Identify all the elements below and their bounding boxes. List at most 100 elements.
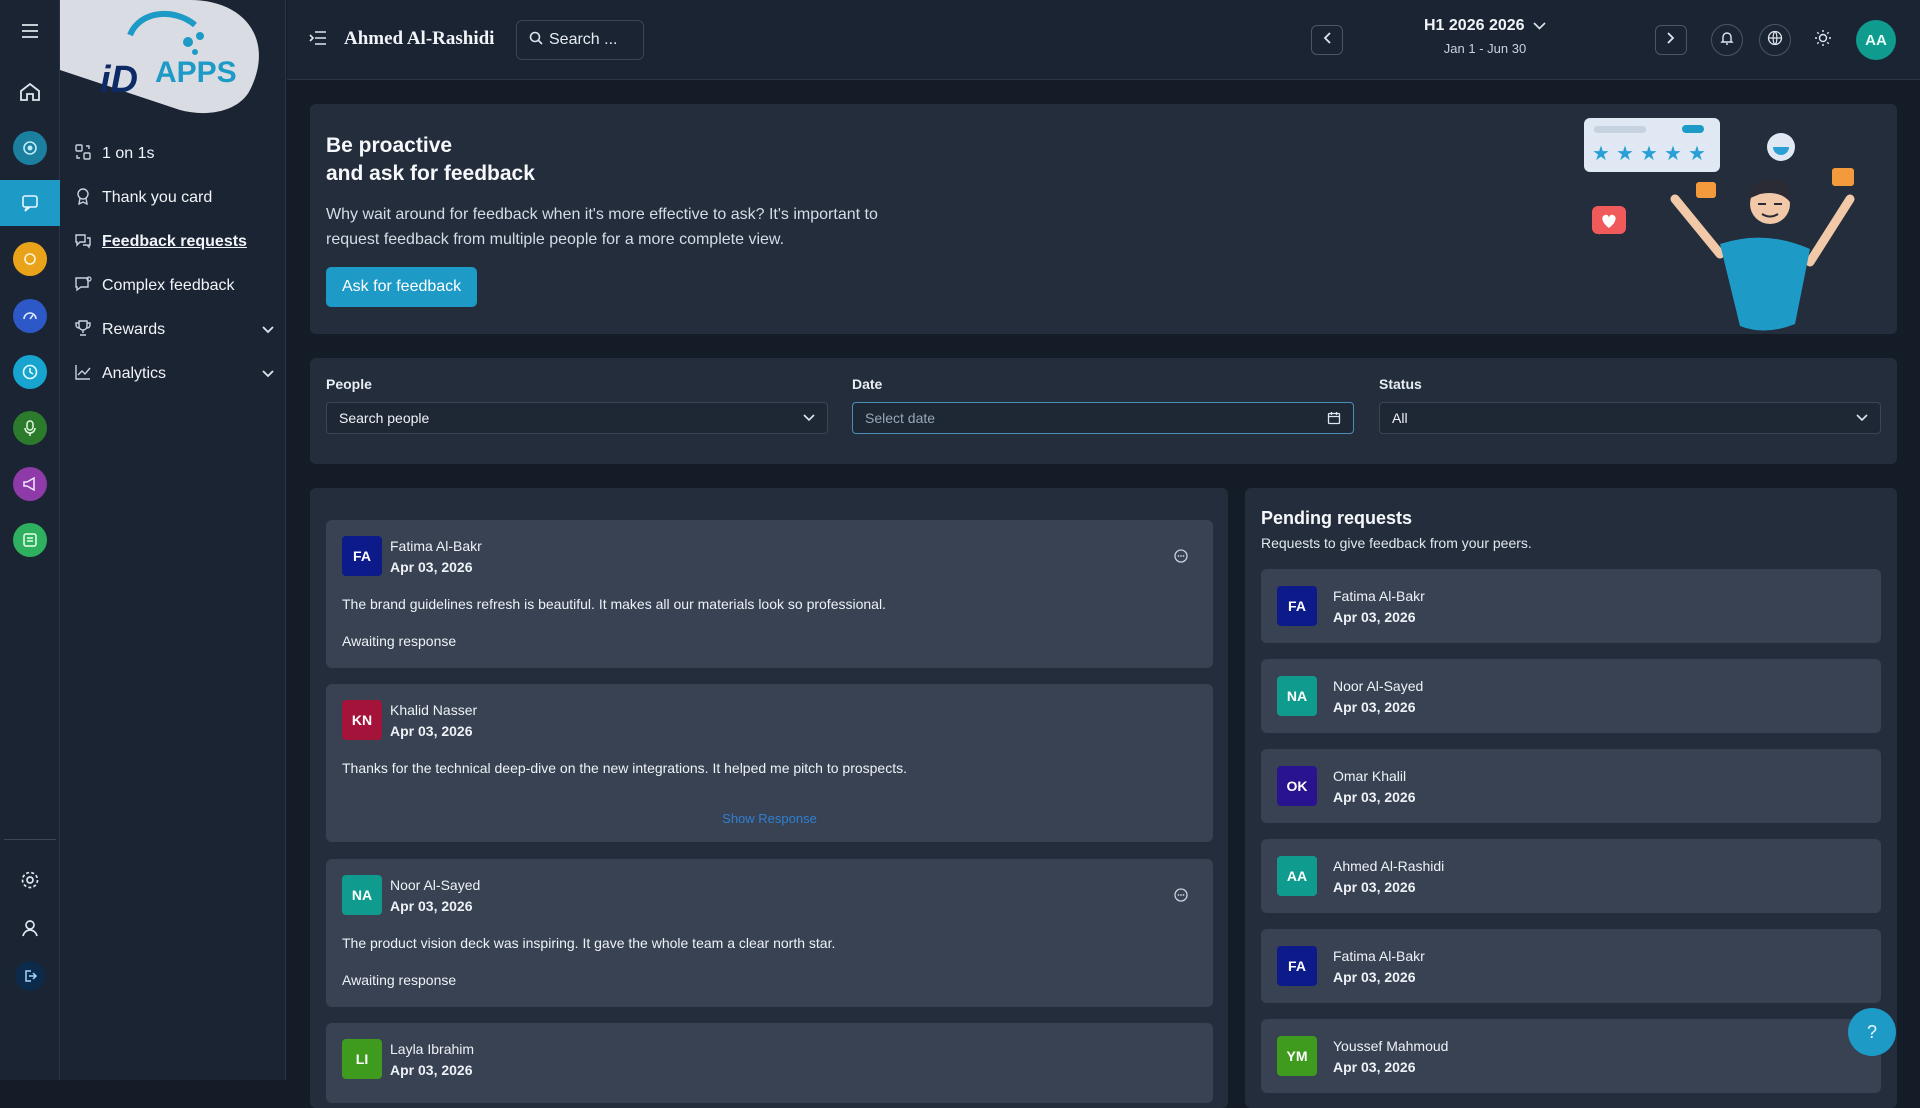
list-item[interactable]: NA Noor Al-Sayed Apr 03, 2026 The produc…	[326, 859, 1213, 1007]
peer-name: Noor Al-Sayed	[1333, 678, 1424, 694]
filters-card: People Search people Date Select date St…	[310, 358, 1897, 464]
request-date: Apr 03, 2026	[390, 898, 473, 914]
people-filter-label: People	[326, 376, 372, 392]
theme-toggle-button[interactable]	[1807, 24, 1839, 56]
date-picker-input[interactable]: Select date	[852, 402, 1354, 434]
list-item[interactable]: AA Ahmed Al-Rashidi Apr 03, 2026	[1261, 839, 1881, 913]
chevron-down-icon	[1533, 17, 1546, 34]
user-icon[interactable]	[0, 905, 60, 951]
list-item[interactable]: FA Fatima Al-Bakr Apr 03, 2026 The brand…	[326, 520, 1213, 668]
list-item[interactable]: FA Fatima Al-Bakr Apr 03, 2026	[1261, 929, 1881, 1003]
previous-period-button[interactable]	[1311, 25, 1343, 55]
pending-requests-panel: Pending requests Requests to give feedba…	[1245, 488, 1897, 1108]
period-selector[interactable]: H1 2026 2026 Jan 1 - Jun 30	[1410, 17, 1560, 56]
megaphone-icon[interactable]	[0, 461, 60, 507]
list-item[interactable]: OK Omar Khalil Apr 03, 2026	[1261, 749, 1881, 823]
feedback-list: FA Fatima Al-Bakr Apr 03, 2026 The brand…	[310, 488, 1228, 1108]
person-art	[1592, 133, 1855, 331]
date-filter-label: Date	[852, 376, 883, 392]
sidebar-item-label: Thank you card	[102, 189, 213, 206]
hero-description: Why wait around for feedback when it's m…	[326, 206, 878, 248]
list-item[interactable]: YM Youssef Mahmoud Apr 03, 2026	[1261, 1019, 1881, 1093]
request-date: Apr 03, 2026	[390, 723, 473, 739]
date-filter: Date Select date	[852, 376, 1354, 434]
request-date: Apr 03, 2026	[1333, 699, 1416, 715]
avatar: NA	[342, 875, 382, 915]
search-input[interactable]: Search ...	[516, 20, 644, 60]
sidebar-item-analytics[interactable]: Analytics	[74, 358, 274, 390]
sidebar-item-label: 1 on 1s	[102, 145, 155, 162]
side-panel: iD APPS 1 on 1s Thank you card Feedback …	[60, 0, 286, 1080]
icon-rail	[0, 0, 60, 1080]
coins-icon[interactable]	[0, 236, 60, 282]
calendar-icon[interactable]	[1327, 411, 1341, 425]
list-item[interactable]: KN Khalid Nasser Apr 03, 2026 Thanks for…	[326, 684, 1213, 842]
chevron-down-icon[interactable]	[262, 365, 274, 383]
language-button[interactable]	[1759, 24, 1791, 56]
chevron-down-icon	[1856, 414, 1868, 422]
sidebar-item-feedback-requests[interactable]: Feedback requests	[74, 226, 274, 258]
hamburger-menu-icon[interactable]	[0, 8, 60, 54]
microphone-icon[interactable]	[0, 405, 60, 451]
sidebar-item-thank-you-card[interactable]: Thank you card	[74, 182, 274, 214]
logo-text: APPS	[155, 56, 237, 89]
avatar: AA	[1277, 856, 1317, 896]
peer-name: Ahmed Al-Rashidi	[1333, 858, 1445, 874]
hero-title-line2: and ask for feedback	[326, 162, 535, 185]
comment-icon[interactable]	[1173, 887, 1189, 908]
feedback-icon[interactable]	[0, 180, 60, 226]
list-item[interactable]: FA Fatima Al-Bakr Apr 03, 2026	[1261, 569, 1881, 643]
peer-name: Youssef Mahmoud	[1333, 1038, 1449, 1054]
chat-icon	[74, 275, 92, 298]
notifications-button[interactable]	[1711, 24, 1743, 56]
trophy-icon	[74, 319, 92, 342]
search-icon	[529, 31, 543, 50]
collapse-menu-icon[interactable]	[309, 30, 327, 51]
requester-name: Khalid Nasser	[390, 702, 478, 718]
status-text: Awaiting response	[342, 972, 457, 988]
request-date: Apr 03, 2026	[390, 559, 473, 575]
request-date: Apr 03, 2026	[1333, 609, 1416, 625]
current-user-name: Ahmed Al-Rashidi	[344, 28, 495, 49]
requester-name: Layla Ibrahim	[390, 1041, 475, 1057]
app-logo[interactable]: iD APPS	[60, 0, 260, 115]
chevron-down-icon	[803, 414, 815, 422]
feedback-message: The brand guidelines refresh is beautifu…	[342, 596, 886, 612]
gauge-icon[interactable]	[0, 293, 60, 339]
search-placeholder: Search ...	[549, 31, 618, 48]
target-icon[interactable]	[0, 125, 60, 171]
ask-for-feedback-button[interactable]: Ask for feedback	[326, 267, 478, 307]
peer-name: Omar Khalil	[1333, 768, 1407, 784]
next-period-button[interactable]	[1655, 25, 1687, 55]
sidebar-item-complex-feedback[interactable]: Complex feedback	[74, 270, 274, 302]
people-select[interactable]: Search people	[326, 402, 828, 434]
home-icon[interactable]	[0, 69, 60, 115]
award-icon	[74, 187, 92, 210]
sidebar-item-label: Analytics	[102, 365, 167, 382]
status-select[interactable]: All	[1379, 402, 1881, 434]
board-icon[interactable]	[0, 517, 60, 563]
help-button[interactable]: ?	[1848, 1008, 1896, 1056]
clock-icon[interactable]	[0, 349, 60, 395]
feedback-illustration: ★ ★ ★ ★ ★	[1570, 104, 1897, 334]
comment-icon[interactable]	[1173, 548, 1189, 569]
list-item[interactable]: LI Layla Ibrahim Apr 03, 2026	[326, 1023, 1213, 1103]
gear-icon[interactable]	[0, 857, 60, 903]
feedback-message: The product vision deck was inspiring. I…	[342, 935, 836, 951]
avatar: FA	[342, 536, 382, 576]
chevron-down-icon[interactable]	[262, 321, 274, 339]
list-item[interactable]: NA Noor Al-Sayed Apr 03, 2026	[1261, 659, 1881, 733]
sidebar-item-label: Feedback requests	[102, 233, 247, 250]
logout-icon[interactable]	[0, 953, 60, 999]
sidebar-item-rewards[interactable]: Rewards	[74, 314, 274, 346]
avatar: OK	[1277, 766, 1317, 806]
status-filter: Status All	[1379, 376, 1881, 434]
avatar: NA	[1277, 676, 1317, 716]
avatar: FA	[1277, 586, 1317, 626]
chevron-left-icon	[1323, 31, 1331, 49]
request-date: Apr 03, 2026	[1333, 879, 1416, 895]
sidebar-item-1-on-1s[interactable]: 1 on 1s	[74, 138, 274, 170]
rail-divider	[4, 839, 56, 840]
show-response-link[interactable]: Show Response	[326, 811, 1213, 826]
avatar[interactable]: AA	[1856, 20, 1896, 60]
